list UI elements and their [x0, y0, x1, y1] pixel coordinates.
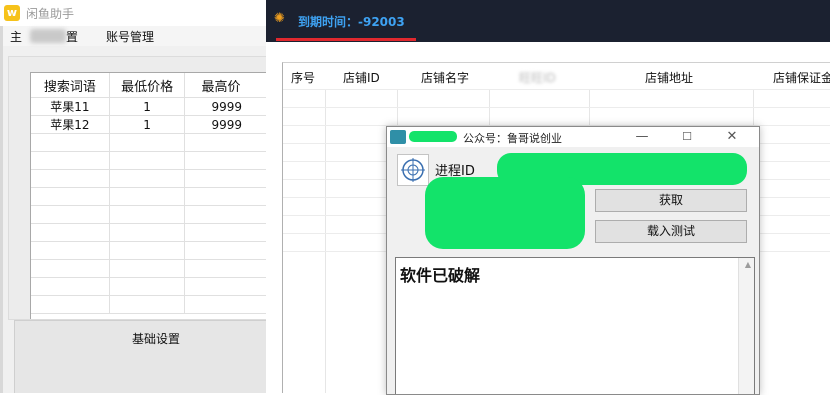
grid-cell[interactable]: 苹果12 [31, 115, 110, 134]
column-header-shop-id[interactable]: 店铺ID [343, 69, 380, 86]
grid-cell[interactable]: 9999 [184, 97, 266, 116]
menu-item-account-management[interactable]: 账号管理 [106, 28, 154, 45]
empty-row [31, 241, 266, 260]
column-divider [325, 89, 326, 393]
redacted-title-prefix [409, 131, 457, 142]
dialog-title: 公众号：鲁哥说创业 [463, 132, 562, 145]
column-header-index[interactable]: 序号 [291, 69, 315, 86]
grid-cell[interactable]: 9999 [184, 115, 266, 134]
column-header-shop-deposit[interactable]: 店铺保证金 [773, 69, 830, 86]
grid-cell[interactable]: 苹果11 [31, 97, 110, 116]
grid-cell[interactable]: 1 [109, 97, 186, 116]
column-header-wangwang-id[interactable]: 旺旺ID [519, 69, 556, 86]
right-window-header: ✺ 到期时间：-92003 [266, 0, 830, 42]
empty-row [31, 169, 266, 188]
empty-row [31, 187, 266, 206]
search-keyword-grid[interactable]: 搜索词语 最低价格 最高价 苹果11 1 9999 苹果12 1 9999 [30, 72, 266, 319]
empty-row [31, 205, 266, 224]
output-textarea[interactable]: 软件已破解 ▲ [395, 257, 755, 394]
row-divider [283, 107, 830, 108]
left-menubar: 主 置 账号管理 [0, 26, 266, 46]
table-row[interactable]: 苹果12 1 9999 [31, 115, 266, 134]
grid-header-keyword[interactable]: 搜索词语 [31, 73, 110, 98]
blurred-menu-region [30, 29, 66, 43]
minimize-button[interactable]: — [627, 128, 657, 146]
vertical-scrollbar[interactable]: ▲ [738, 258, 754, 394]
menu-item-main[interactable]: 主 [10, 28, 22, 45]
empty-row [31, 277, 266, 296]
crab-icon: ✺ [274, 11, 285, 26]
load-test-button[interactable]: 载入测试 [595, 220, 747, 243]
dialog-app-icon [390, 130, 406, 144]
grid-header-row: 搜索词语 最低价格 最高价 [31, 73, 266, 98]
empty-row [31, 223, 266, 242]
left-app-window: w 闲鱼助手 主 置 账号管理 搜索词语 最低价格 最高价 苹果11 1 999… [0, 0, 266, 393]
app-logo-icon: w [4, 5, 20, 21]
left-window-edge [0, 26, 3, 393]
column-header-shop-address[interactable]: 店铺地址 [645, 69, 693, 86]
redacted-info-area [425, 177, 585, 249]
close-button[interactable]: ✕ [717, 128, 747, 146]
maximize-button[interactable]: ☐ [672, 128, 702, 146]
dialog-titlebar: 公众号：鲁哥说创业 — ☐ ✕ [387, 127, 759, 147]
row-divider [283, 89, 830, 90]
empty-row [31, 133, 266, 152]
table-row[interactable]: 苹果11 1 9999 [31, 97, 266, 116]
menu-item-settings[interactable]: 置 [66, 28, 78, 45]
target-crosshair-icon[interactable] [397, 154, 429, 186]
expiry-time-label: 到期时间：-92003 [298, 15, 405, 29]
empty-row [31, 295, 266, 314]
column-header-shop-name[interactable]: 店铺名字 [421, 69, 469, 86]
process-dialog: 公众号：鲁哥说创业 — ☐ ✕ 进程ID 获取 载入测试 软件已破解 ▲ [386, 126, 760, 395]
active-tab-underline [276, 38, 416, 41]
grid-header-max-price[interactable]: 最高价 [184, 73, 266, 98]
grid-cell[interactable]: 1 [109, 115, 186, 134]
empty-row [31, 151, 266, 170]
output-text: 软件已破解 [400, 266, 481, 285]
left-window-titlebar: w 闲鱼助手 [0, 0, 266, 26]
left-window-title: 闲鱼助手 [26, 7, 75, 21]
fetch-button[interactable]: 获取 [595, 189, 747, 212]
empty-row [31, 259, 266, 278]
grid-header-min-price[interactable]: 最低价格 [109, 73, 186, 98]
scroll-up-arrow-icon[interactable]: ▲ [745, 260, 751, 269]
basic-settings-label: 基础设置 [132, 332, 181, 346]
